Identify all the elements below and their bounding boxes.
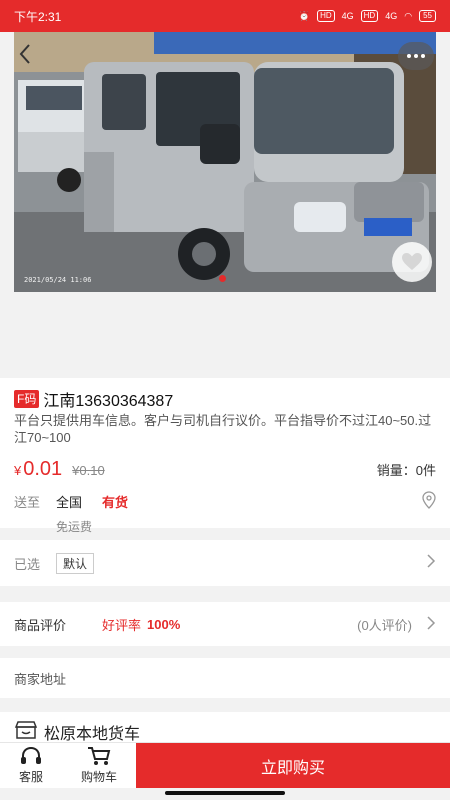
review-count: (0人评价) [357,617,412,633]
product-title: 江南13630364387 [43,393,174,410]
selected-label: 已选 [14,556,41,572]
stock-status: 有货 [102,494,129,510]
photo-timestamp: 2021/05/24 11:06 [24,276,92,284]
sales-count: 销量：0件 [376,463,436,478]
alarm-icon: ⏰ [298,10,311,21]
shipping-row[interactable]: 送至 全国 有货 [14,490,436,512]
signal-2: 4G [385,11,398,21]
selected-option: 默认 [56,552,95,574]
location-pin-icon [422,490,436,512]
title-row: F码 江南13630364387 [14,388,436,410]
bottom-action-bar: 客服 购物车 立即购买 [0,742,450,788]
good-rate-label: 好评率 [102,617,142,633]
headset-icon [21,746,41,764]
truck-photo-illustration [14,32,436,292]
heart-icon [402,253,422,270]
product-photo[interactable]: 2021/05/24 11:06 [14,32,436,292]
chevron-right-icon [426,553,436,574]
store-icon [14,720,38,745]
more-options-button[interactable] [398,42,434,70]
original-price: ¥0.10 [72,463,105,478]
more-dot-icon [421,54,425,58]
status-time: 下午2:31 [14,9,62,24]
good-rate-value: 100% [147,616,181,632]
status-icons: ⏰ HD 4G HD 4G ◠ 55 [299,10,436,22]
carousel-indicator [219,275,226,282]
more-dot-icon [414,54,418,58]
reviews-row[interactable]: 商品评价 好评率 100% (0人评价) [0,602,450,646]
cart-label: 购物车 [80,770,117,784]
more-dot-icon [407,54,411,58]
cart-button[interactable]: 购物车 [62,743,136,788]
customer-service-button[interactable]: 客服 [0,743,62,788]
status-bar: 下午2:31 ⏰ HD 4G HD 4G ◠ 55 [0,0,450,32]
customer-service-label: 客服 [18,770,43,784]
shipping-fee: 免运费 [56,520,93,534]
merchant-address-row[interactable]: 商家地址 [0,658,450,698]
price-row: ¥0.01 ¥0.10 销量：0件 [14,458,436,480]
wifi-icon: ◠ [404,10,413,21]
selected-spec-row[interactable]: 已选 默认 [0,540,450,586]
product-info-card: F码 江南13630364387 平台只提供用车信息。客户与司机自行议价。平台指… [0,378,450,534]
home-indicator [165,791,285,795]
price-currency: ¥ [14,463,22,478]
product-detail-page: 下午2:31 ⏰ HD 4G HD 4G ◠ 55 2021/05/24 11:… [0,0,450,800]
ship-region: 全国 [56,494,83,510]
reviews-label: 商品评价 [14,617,67,633]
back-button[interactable] [14,40,36,68]
cart-icon [88,747,111,765]
chevron-left-icon [19,44,30,64]
signal-1: 4G [341,11,354,21]
buy-now-button[interactable]: 立即购买 [136,743,450,788]
product-description: 平台只提供用车信息。客户与司机自行议价。平台指导价不过江40~50.过江70~1… [14,413,432,445]
hd-badge-2: HD [360,10,379,22]
price-value: 0.01 [23,458,63,480]
favorite-button[interactable] [392,242,432,282]
product-tag: F码 [14,390,40,408]
shop-name: 松原本地货车 [44,726,141,743]
ship-to-label: 送至 [14,494,41,510]
current-price: ¥0.01 [14,458,62,481]
chevron-right-icon [426,615,436,634]
hd-badge-1: HD [317,10,335,22]
battery-icon: 55 [419,10,436,22]
merchant-address-label: 商家地址 [14,671,67,687]
